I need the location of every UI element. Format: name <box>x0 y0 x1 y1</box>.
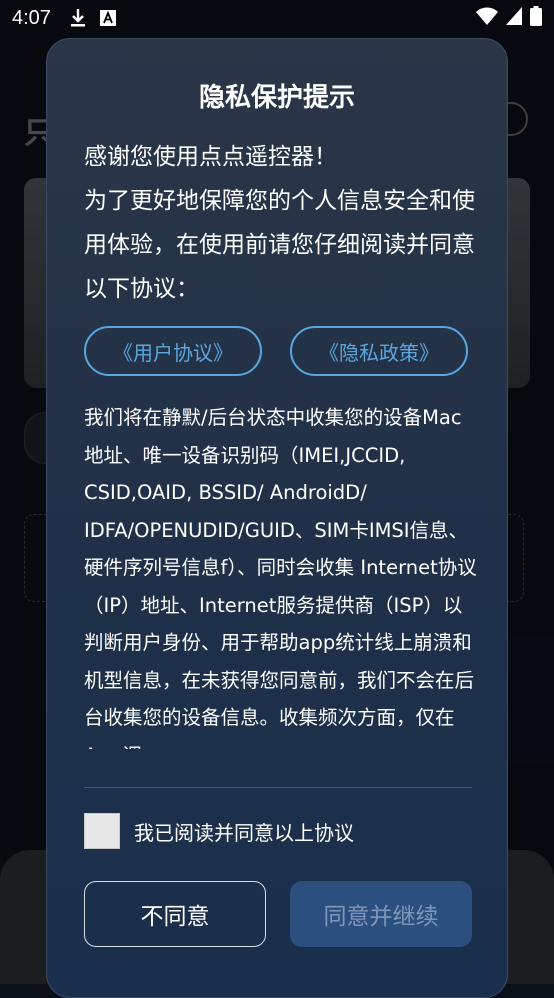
intro-text: 感谢您使用点点遥控器！ 为了更好地保障您的个人信息安全和使用体验，在使用前请您仔… <box>84 135 476 311</box>
privacy-dialog: 隐私保护提示 感谢您使用点点遥控器！ 为了更好地保障您的个人信息安全和使用体验，… <box>46 38 508 998</box>
status-time: 4:07 <box>12 6 51 29</box>
disagree-button[interactable]: 不同意 <box>84 881 266 947</box>
wifi-icon <box>476 7 498 29</box>
policy-body-text[interactable]: 我们将在静默/后台状态中收集您的设备Mac地址、唯一设备识别码（IMEI,JCC… <box>84 399 478 749</box>
cell-signal-icon <box>506 7 522 29</box>
dialog-title: 隐私保护提示 <box>198 83 355 113</box>
keyboard-a-icon <box>99 9 117 27</box>
user-agreement-link[interactable]: 《用户协议》 <box>84 326 262 376</box>
agree-checkbox[interactable] <box>84 813 120 849</box>
download-icon <box>69 8 87 28</box>
agree-row[interactable]: 我已阅读并同意以上协议 <box>84 813 354 849</box>
agree-checkbox-label[interactable]: 我已阅读并同意以上协议 <box>134 817 354 846</box>
intro-request: 为了更好地保障您的个人信息安全和使用体验，在使用前请您仔细阅读并同意以下协议： <box>84 188 475 302</box>
agree-continue-button[interactable]: 同意并继续 <box>290 881 472 947</box>
divider <box>84 787 472 788</box>
privacy-policy-link[interactable]: 《隐私政策》 <box>290 326 468 376</box>
intro-thanks: 感谢您使用点点遥控器！ <box>84 144 337 170</box>
battery-icon <box>530 6 542 30</box>
status-bar: 4:07 <box>0 0 554 36</box>
